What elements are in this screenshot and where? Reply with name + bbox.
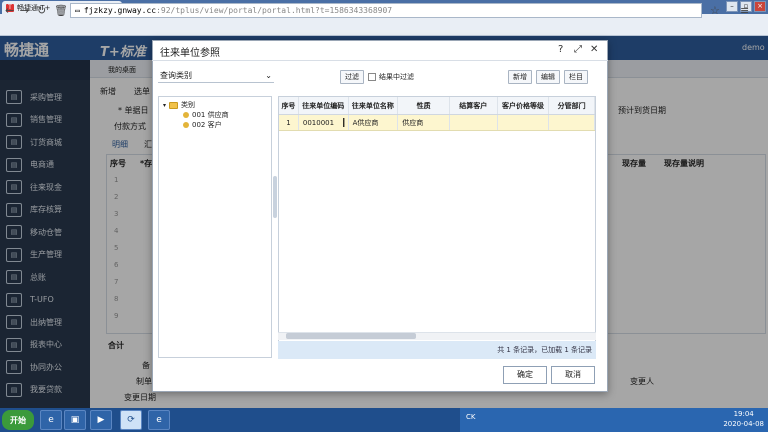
grid-col-name[interactable]: 往来单位名称 [349,97,399,114]
url-path: :92/tplus/view/portal/portal.html?t=1586… [156,6,393,15]
tree-node-customer[interactable]: 002 客户 [183,120,222,130]
cell-dept [549,115,595,130]
tree-root-label: 类别 [181,101,196,109]
menu-icon[interactable]: ≡ [740,4,749,17]
leaf-icon [183,112,189,118]
tree-node-root[interactable]: ▾ 类别 [163,100,195,110]
app-window-icon[interactable]: ⟳ [120,410,142,430]
cell-name: A供应商 [349,115,399,130]
filter-in-result-label: 结果中过滤 [379,73,414,81]
input-language[interactable]: CK [466,413,475,421]
page-icon: ▭ [75,6,80,15]
close-icon[interactable]: ✕ [590,44,598,55]
explorer-icon[interactable]: ▣ [64,410,86,430]
record-status: 共 1 条记录，已加载 1 条记录 [278,341,596,359]
dialog-divider [152,60,608,61]
tree-node-label: 002 客户 [192,121,222,129]
grid-col-settle[interactable]: 结算客户 [450,97,498,114]
star-icon[interactable]: ☆ [710,4,720,17]
cell-type: 供应商 [398,115,450,130]
table-row[interactable]: 1 0010001 A供应商 供应商 [279,115,595,131]
query-category-select[interactable]: 查询类别 ⌄ [158,68,274,83]
clock-date: 2020-04-08 [723,420,764,428]
start-button[interactable]: 开始 [2,410,34,430]
text-cursor-icon: I [342,116,346,130]
tree-node-label: 001 供应商 [192,111,229,119]
back-arrow-icon[interactable]: ← [5,4,14,17]
browser-icon[interactable]: e [148,410,170,430]
filter-button[interactable]: 过滤 [340,70,364,84]
system-tray [460,408,768,432]
query-category-value: 查询类别 [160,70,192,80]
edit-button[interactable]: 编辑 [536,70,560,84]
clock-time: 19:04 [733,410,754,418]
dialog-title: 往来单位参照 [160,48,220,59]
grid-col-type[interactable]: 性质 [398,97,450,114]
cancel-button[interactable]: 取消 [551,366,595,384]
trash-icon[interactable]: 🗑 [54,4,68,17]
close-window-button[interactable]: × [754,1,766,12]
partner-grid: 序号 往来单位编码 往来单位名称 性质 结算客户 客户价格等级 分管部门 1 0… [278,96,596,358]
confirm-button[interactable]: 确定 [503,366,547,384]
forward-arrow-icon[interactable]: → [20,4,29,17]
filter-in-result-checkbox[interactable]: 结果中过滤 [368,72,414,82]
grid-col-code[interactable]: 往来单位编码 [299,97,349,114]
system-clock[interactable]: 19:04 2020-04-08 [723,409,764,429]
cell-price-level [498,115,550,130]
url-input[interactable]: ▭ fjzkzy.gnway.cc:92/tplus/view/portal/p… [70,3,702,18]
grid-col-price-level[interactable]: 客户价格等级 [498,97,550,114]
url-host: fjzkzy.gnway.cc [83,6,157,15]
grid-header: 序号 往来单位编码 往来单位名称 性质 结算客户 客户价格等级 分管部门 [279,97,595,115]
help-icon[interactable]: ? [558,44,563,55]
columns-button[interactable]: 栏目 [564,70,588,84]
folder-icon [169,101,179,109]
grid-col-seq[interactable]: 序号 [279,97,299,114]
tree-expand-icon[interactable]: ▾ [163,102,166,109]
minimize-window-button[interactable]: – [726,1,738,12]
tree-node-supplier[interactable]: 001 供应商 [183,110,229,120]
checkbox-box[interactable] [368,73,376,81]
reload-icon[interactable]: ↻ [37,4,46,17]
scrollbar-thumb[interactable] [286,333,416,339]
maximize-icon[interactable]: ⤢ [574,44,582,55]
media-icon[interactable]: ▶ [90,410,112,430]
pane-splitter-handle[interactable] [273,176,277,218]
cell-settle [450,115,498,130]
cell-seq: 1 [279,115,299,130]
chevron-down-icon: ⌄ [265,70,272,80]
new-button[interactable]: 新增 [508,70,532,84]
category-tree: ▾ 类别 001 供应商 002 客户 [158,96,272,358]
grid-col-dept[interactable]: 分管部门 [549,97,595,114]
ie-icon[interactable]: e [40,410,62,430]
leaf-icon [183,122,189,128]
